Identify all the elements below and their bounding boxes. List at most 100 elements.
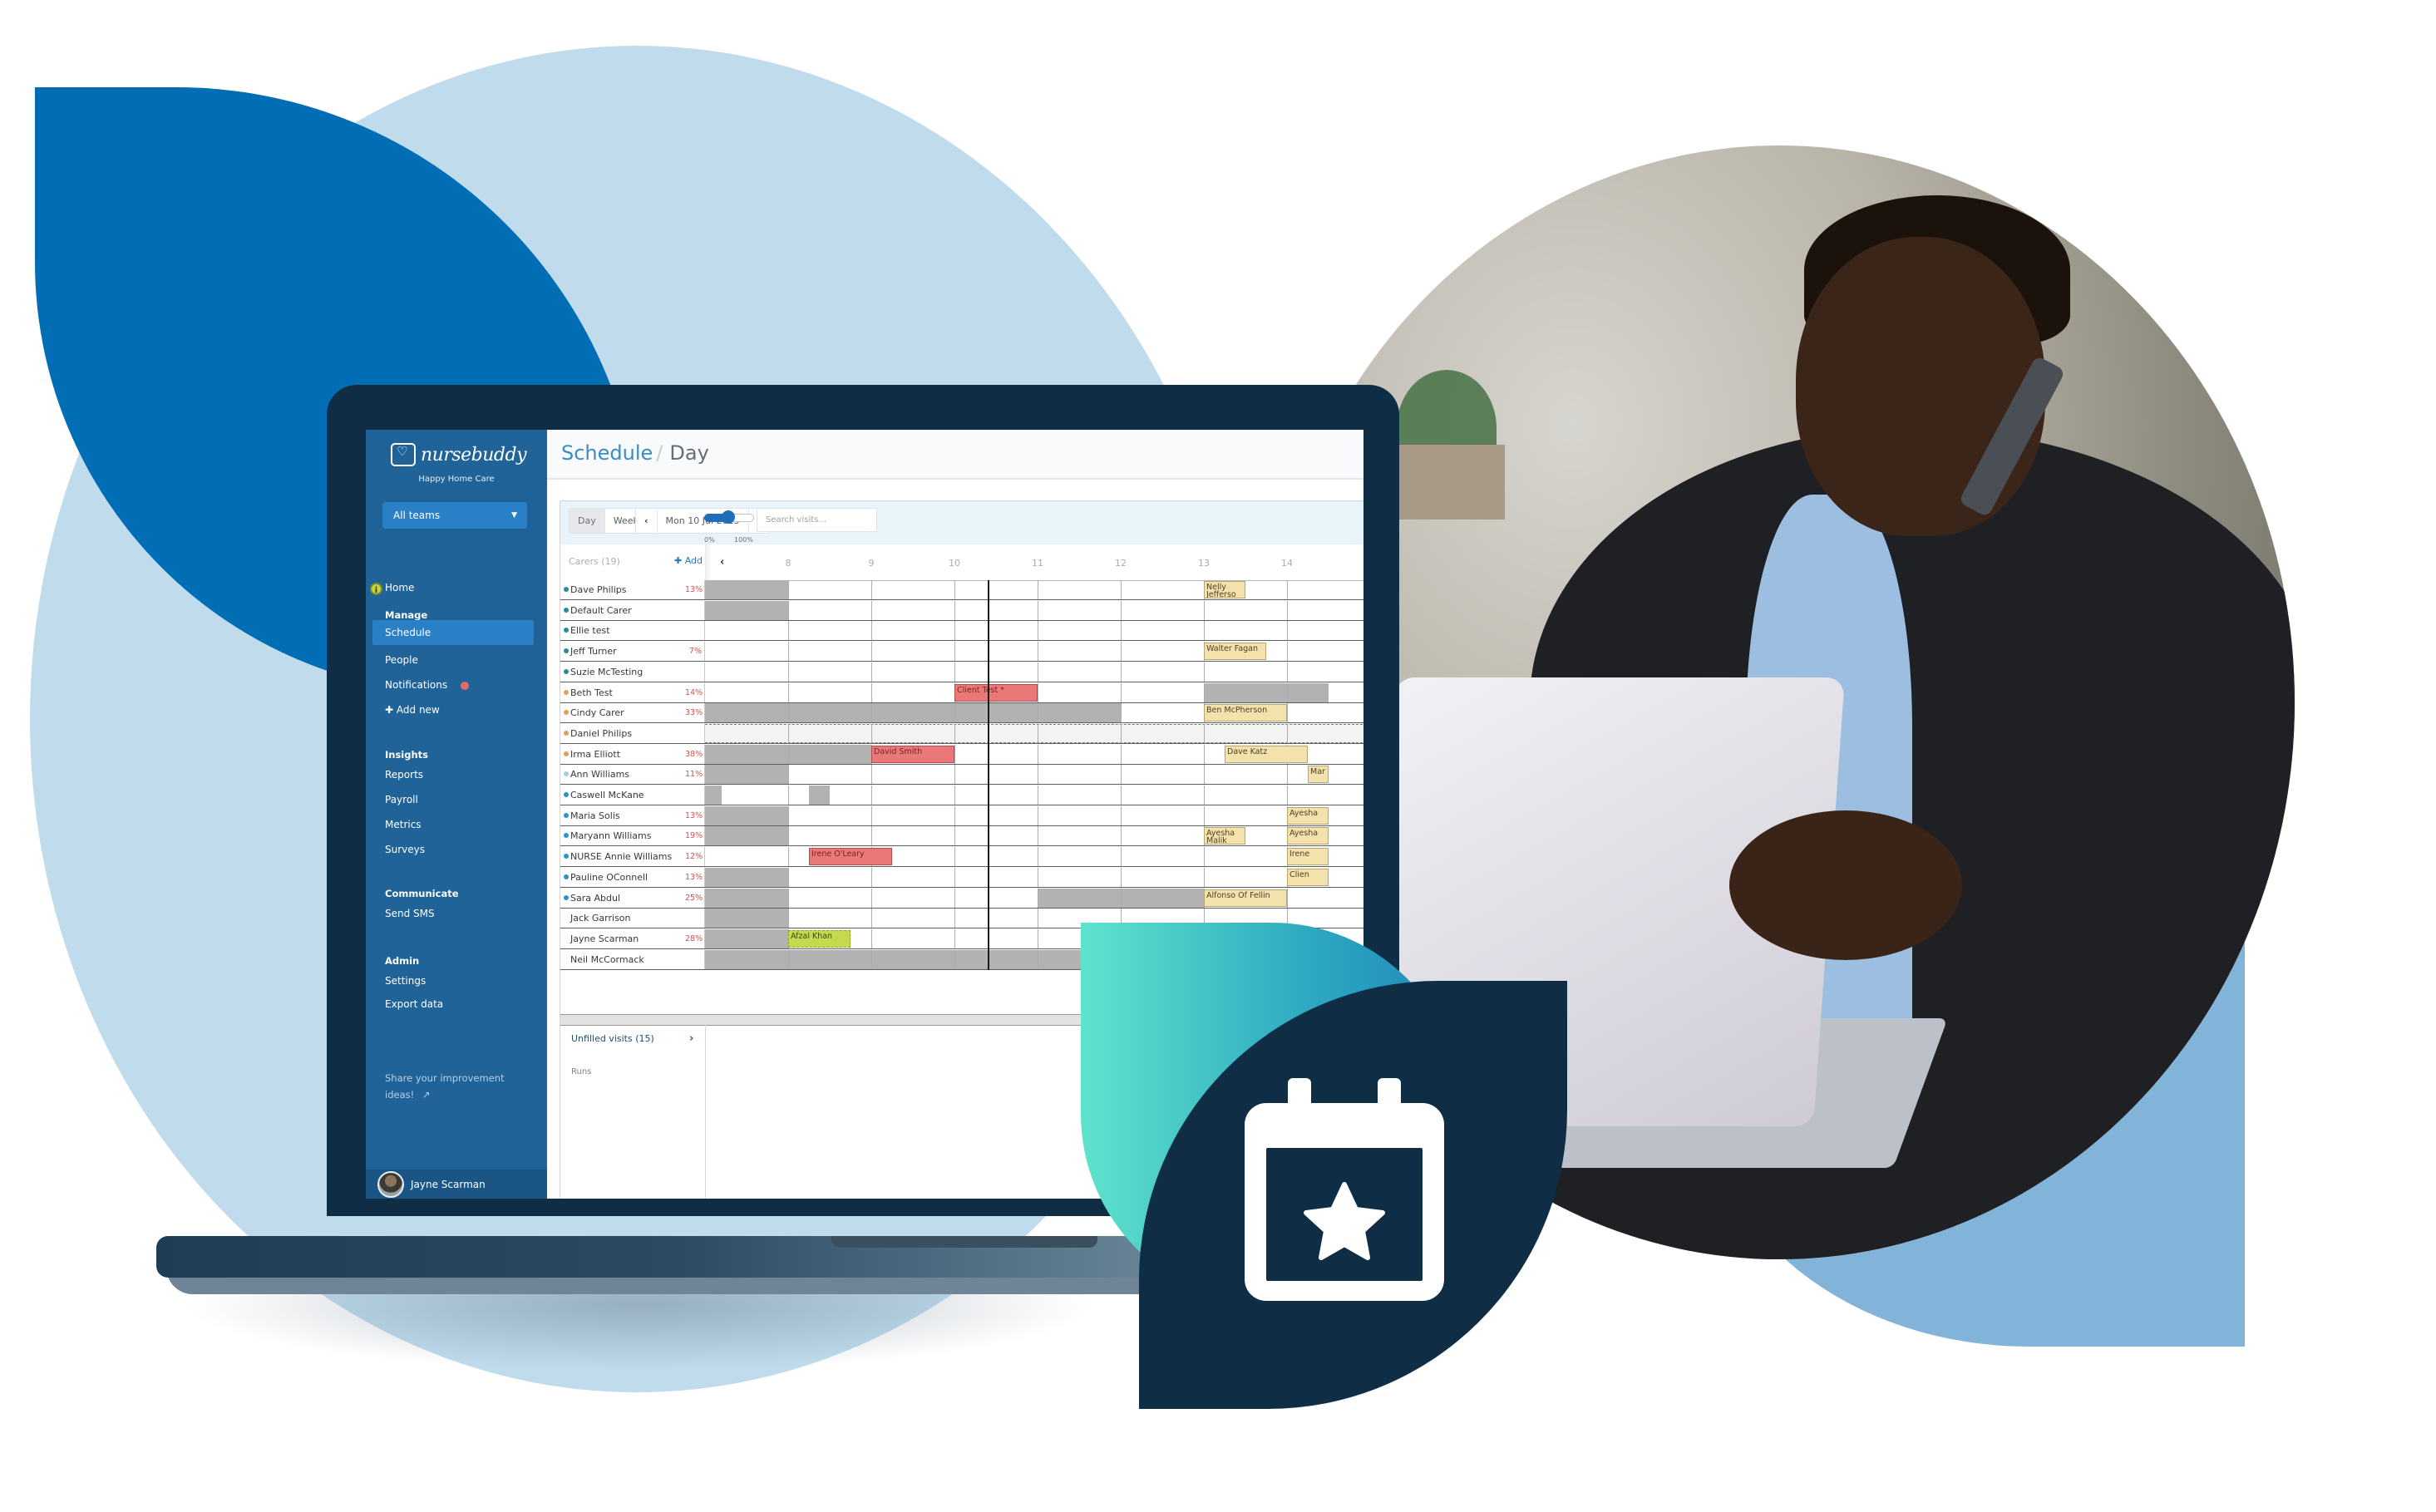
sidebar-item-home[interactable]: i Home <box>370 582 414 595</box>
hour-gridline <box>1204 765 1205 785</box>
busy-block <box>705 600 788 620</box>
carer-timeline[interactable]: Client Test * <box>705 682 1363 702</box>
carer-cell[interactable]: Default Carer <box>560 600 705 620</box>
carer-timeline[interactable]: Ben McPherson <box>705 703 1363 723</box>
carer-timeline[interactable]: Clien <box>705 867 1363 887</box>
carer-timeline[interactable]: Walter Fagan <box>705 642 1363 662</box>
team-select[interactable]: All teams ▼ <box>382 502 527 529</box>
chevron-left-icon[interactable]: ‹ <box>636 509 658 533</box>
carer-timeline[interactable]: Alfonso Of Fellin <box>705 888 1363 908</box>
carer-cell[interactable]: Beth Test 14% <box>560 682 705 702</box>
timeline-prev-icon[interactable]: ‹ <box>720 556 724 569</box>
visit-block[interactable]: Dave Katz <box>1225 745 1308 763</box>
runs-label[interactable]: Runs <box>571 1067 591 1076</box>
hour-gridline <box>954 723 955 743</box>
visit-block[interactable]: David Smith <box>871 745 954 763</box>
hour-gridline <box>1121 703 1122 723</box>
visit-block[interactable]: Afzal Khan <box>788 929 851 948</box>
hour-gridline <box>788 744 789 764</box>
brand-logo[interactable]: nursebuddy <box>391 443 527 466</box>
busy-block <box>809 786 830 805</box>
carer-cell[interactable]: Caswell McKane <box>560 786 705 805</box>
carer-name-text: Dave Philips <box>570 584 627 595</box>
plus-icon: ✚ <box>674 555 683 566</box>
sidebar-item-export-data[interactable]: Export data <box>385 998 443 1010</box>
carer-cell[interactable]: Maria Solis 13% <box>560 805 705 825</box>
sidebar-item-metrics[interactable]: Metrics <box>385 819 422 830</box>
carer-timeline[interactable] <box>705 723 1363 743</box>
carer-timeline[interactable]: Irene O'Leary Irene <box>705 847 1363 867</box>
search-visits-input[interactable]: Search visits... <box>757 508 877 532</box>
carer-timeline[interactable]: Ayesha <box>705 805 1363 825</box>
share-ideas-link[interactable]: Share your improvement ideas! ↗ <box>385 1070 535 1103</box>
chevron-right-icon[interactable]: › <box>689 1032 693 1045</box>
visit-block[interactable]: Ayesha <box>1287 806 1329 825</box>
carer-name-text: Ann Williams <box>570 769 630 781</box>
carer-utilization: 13% <box>685 872 703 882</box>
carer-cell[interactable]: Daniel Philips <box>560 723 705 743</box>
sidebar-item-label: Settings <box>385 975 427 987</box>
organization-name: Happy Home Care <box>418 475 495 484</box>
carer-cell[interactable]: Ann Williams 11% <box>560 765 705 785</box>
hour-gridline <box>1204 867 1205 887</box>
busy-block <box>1204 682 1329 702</box>
visit-block[interactable]: Mar <box>1308 766 1329 784</box>
carer-timeline[interactable] <box>705 621 1363 641</box>
carer-cell[interactable]: Jack Garrison <box>560 909 705 928</box>
visit-block[interactable]: Walter Fagan <box>1204 643 1266 661</box>
visit-block[interactable]: Nelly Jefferso <box>1204 581 1245 598</box>
sidebar-item-surveys[interactable]: Surveys <box>385 844 425 855</box>
carer-cell[interactable]: Ellie test <box>560 621 705 641</box>
sidebar-item-settings[interactable]: Settings <box>385 975 426 987</box>
hour-gridline <box>1121 580 1122 599</box>
carer-cell[interactable]: Neil McCormack <box>560 949 705 969</box>
status-dot-icon <box>564 587 569 592</box>
visit-block[interactable]: Irene O'Leary <box>809 848 892 866</box>
sidebar-item-notifications[interactable]: Notifications <box>385 679 469 691</box>
visit-block[interactable]: Ayesha <box>1287 827 1329 845</box>
carer-cell[interactable]: NURSE Annie Williams 12% <box>560 847 705 867</box>
breadcrumb-day: Day <box>669 441 709 465</box>
visit-block[interactable]: Ben McPherson <box>1204 704 1287 722</box>
carer-cell[interactable]: Jayne Scarman 28% <box>560 928 705 948</box>
breadcrumb-schedule[interactable]: Schedule <box>561 441 653 465</box>
carer-cell[interactable]: Maryann Williams 19% <box>560 826 705 846</box>
unfilled-visits-link[interactable]: Unfilled visits (15) <box>571 1033 654 1044</box>
carer-cell[interactable]: Cindy Carer 33% <box>560 703 705 723</box>
sidebar-item-label: Surveys <box>385 844 425 855</box>
hour-gridline <box>1287 765 1288 785</box>
user-profile[interactable]: Jayne Scarman <box>366 1170 547 1199</box>
carer-timeline[interactable] <box>705 600 1363 620</box>
sidebar-item-send-sms[interactable]: Send SMS <box>385 908 435 919</box>
carer-timeline[interactable]: Mar <box>705 765 1363 785</box>
sidebar-item-label: Metrics <box>385 819 422 830</box>
carer-timeline[interactable] <box>705 786 1363 805</box>
sidebar-item-add-new[interactable]: ✚ Add new <box>385 704 440 716</box>
carer-cell[interactable]: Pauline OConnell 13% <box>560 867 705 887</box>
add-carer-button[interactable]: ✚ Add <box>674 555 703 566</box>
slider-handle[interactable] <box>722 510 735 524</box>
carer-cell[interactable]: Jeff Turner 7% <box>560 642 705 662</box>
carer-cell[interactable]: Dave Philips 13% <box>560 580 705 599</box>
sidebar-item-payroll[interactable]: Payroll <box>385 794 418 805</box>
carer-timeline[interactable]: David Smith Dave Katz <box>705 744 1363 764</box>
tab-day[interactable]: Day <box>570 509 605 533</box>
visit-block[interactable]: Ayesha Malik <box>1204 827 1245 845</box>
carer-row: NURSE Annie Williams 12% Irene O'Leary Iren… <box>560 847 1363 868</box>
visit-block[interactable]: Client Test * <box>954 683 1038 702</box>
sidebar-item-reports[interactable]: Reports <box>385 769 423 781</box>
sidebar-item-schedule[interactable]: Schedule <box>372 620 534 645</box>
visit-block[interactable]: Clien <box>1287 868 1329 886</box>
calendar-star-icon <box>1245 1078 1444 1301</box>
sidebar-item-people[interactable]: People <box>385 654 418 666</box>
visit-block[interactable]: Alfonso Of Fellin <box>1204 889 1287 907</box>
carer-cell[interactable]: Sara Abdul 25% <box>560 888 705 908</box>
carer-cell[interactable]: Irma Elliott 38% <box>560 744 705 764</box>
zoom-slider[interactable]: 0% 100% <box>704 510 754 544</box>
carer-timeline[interactable]: Ayesha Malik Ayesha <box>705 826 1363 846</box>
carer-timeline[interactable]: Nelly Jefferso <box>705 580 1363 599</box>
carer-timeline[interactable] <box>705 662 1363 682</box>
visit-block[interactable]: Irene <box>1287 848 1329 866</box>
carer-cell[interactable]: Suzie McTesting <box>560 662 705 682</box>
hour-gridline <box>1121 805 1122 825</box>
